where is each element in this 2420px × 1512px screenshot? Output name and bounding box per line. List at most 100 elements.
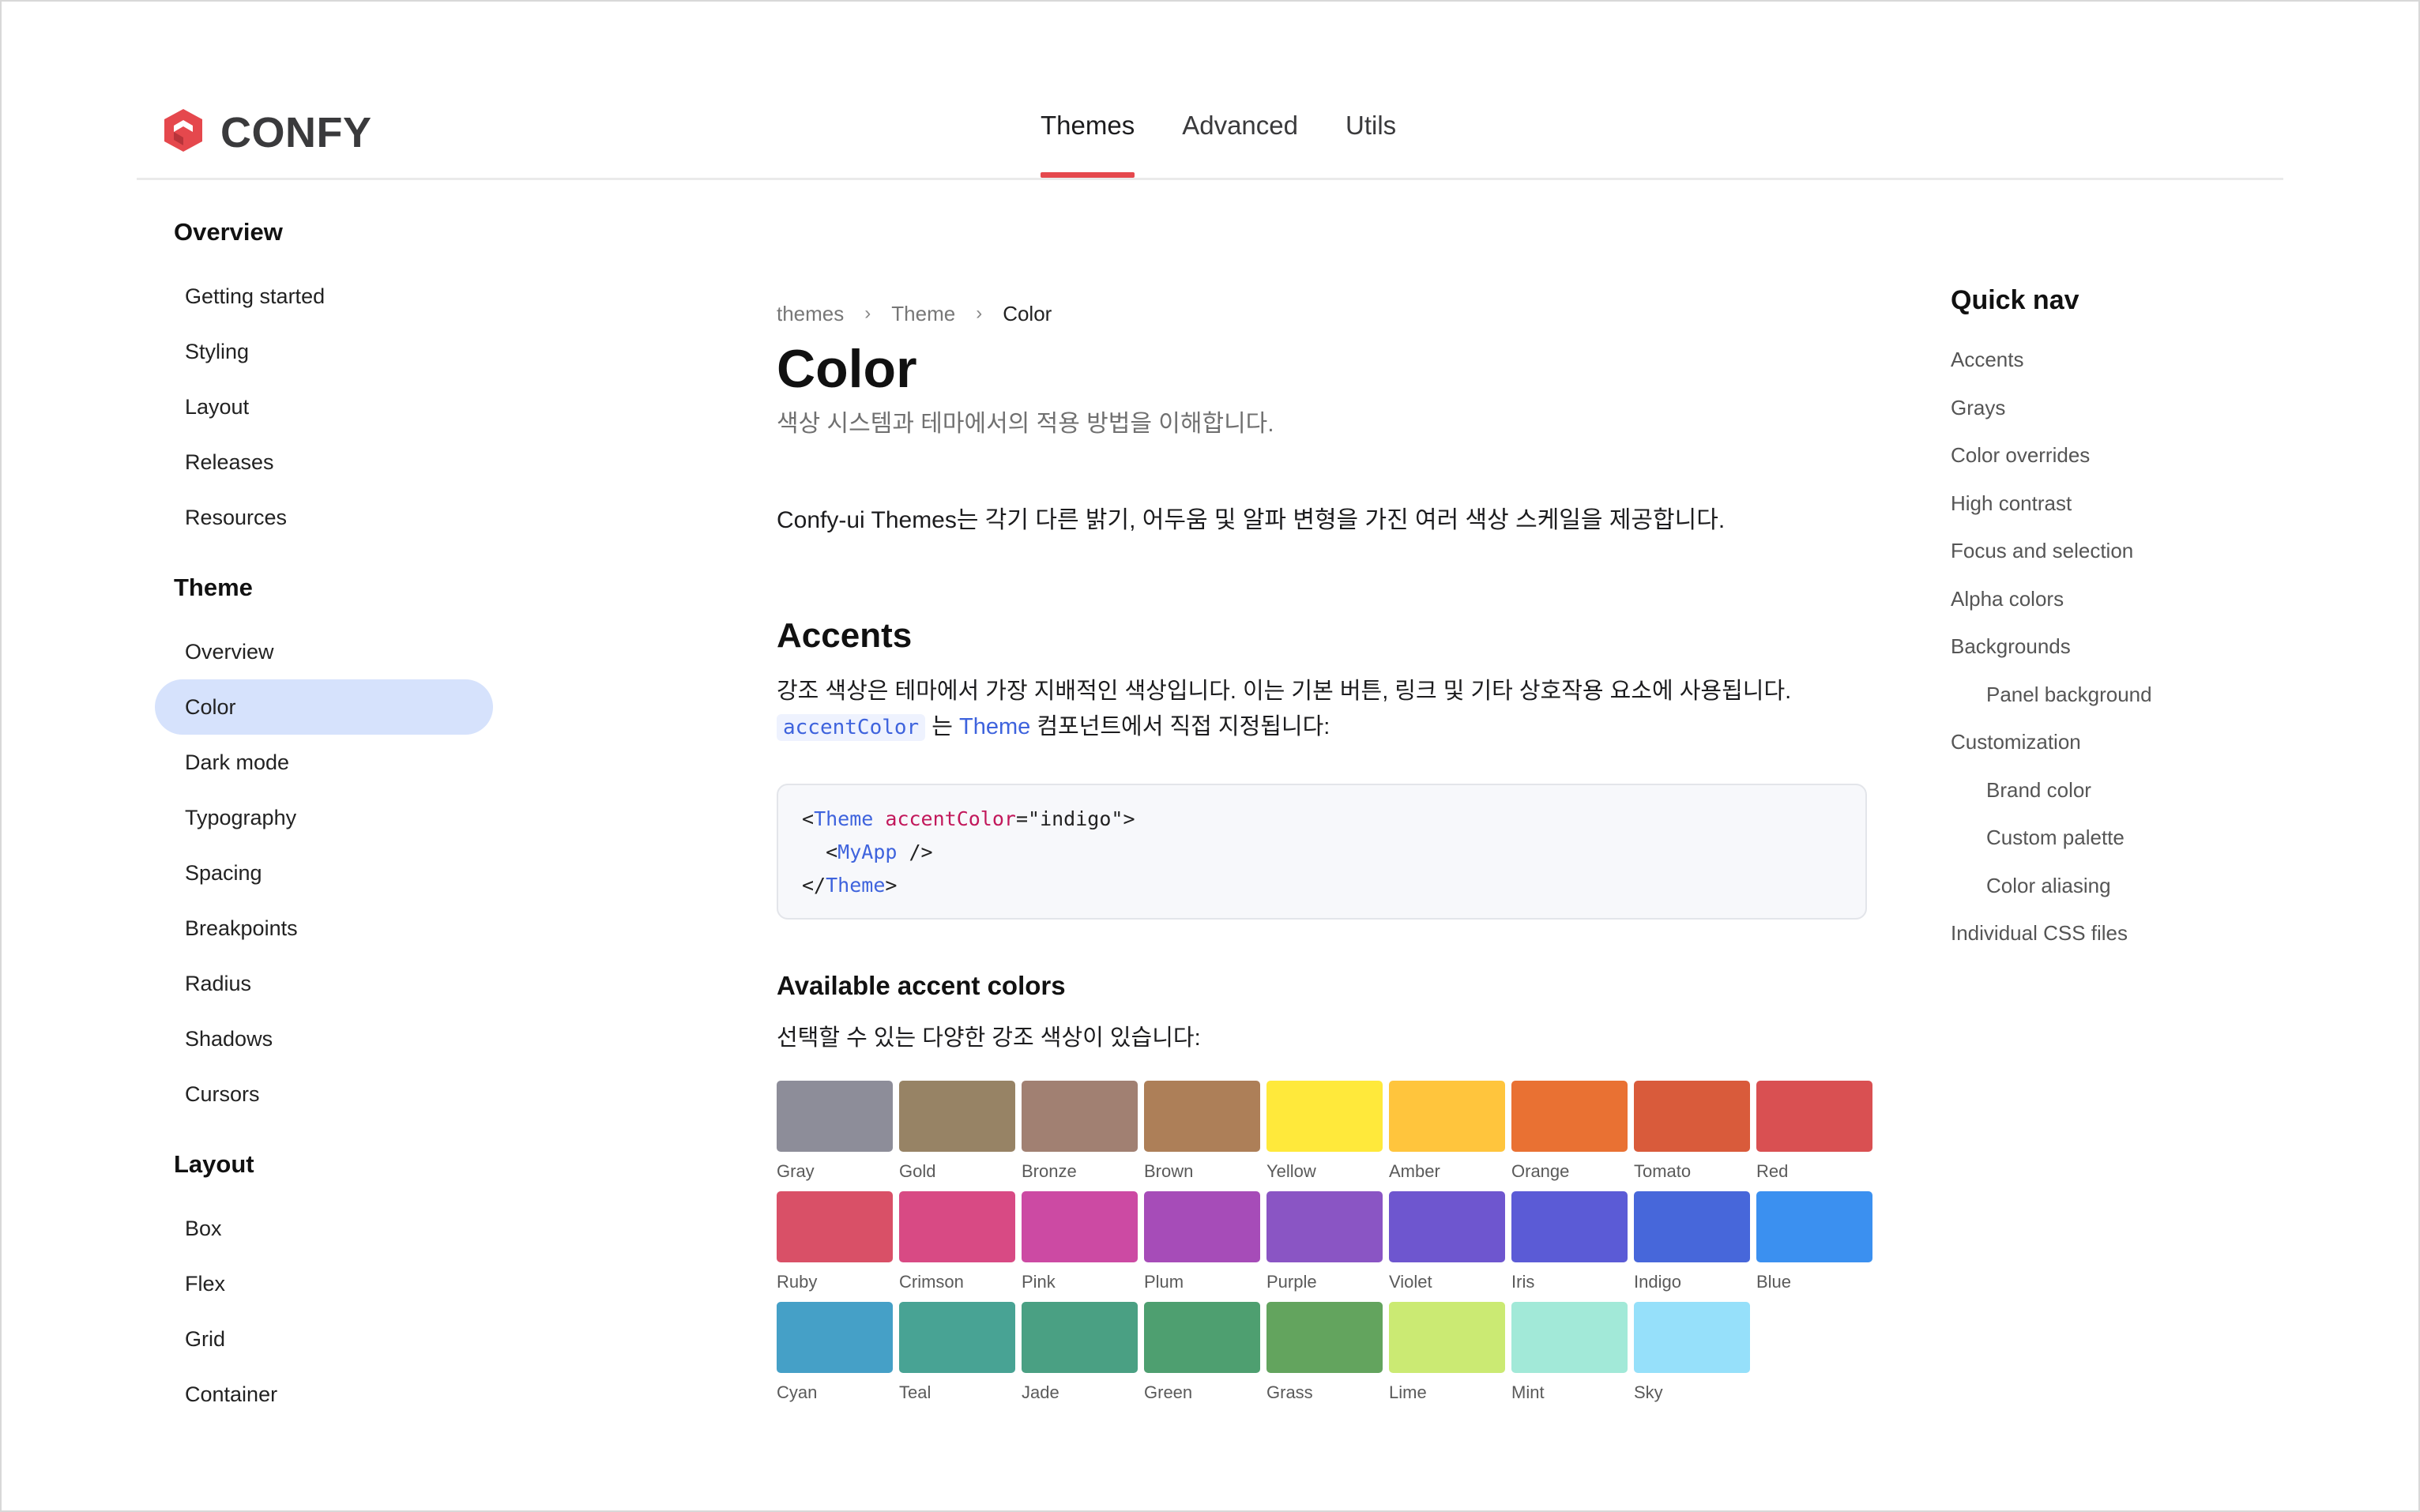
- breadcrumb: themes › Theme › Color: [777, 296, 1867, 331]
- sidebar-item-getting-started[interactable]: Getting started: [155, 269, 493, 324]
- sidebar-item-typography[interactable]: Typography: [155, 790, 493, 845]
- quick-nav-item-color-aliasing[interactable]: Color aliasing: [1951, 862, 2283, 910]
- tab-themes[interactable]: Themes: [1041, 111, 1135, 180]
- color-swatch-gold[interactable]: Gold: [899, 1081, 1015, 1183]
- color-swatch-red[interactable]: Red: [1756, 1081, 1872, 1183]
- sidebar-item-container[interactable]: Container: [155, 1367, 493, 1422]
- swatch-chip: [1144, 1302, 1260, 1373]
- swatch-chip: [777, 1081, 893, 1152]
- swatch-chip: [1022, 1081, 1138, 1152]
- color-swatch-brown[interactable]: Brown: [1144, 1081, 1260, 1183]
- swatch-label: Gray: [777, 1161, 815, 1181]
- sidebar-item-cursors[interactable]: Cursors: [155, 1066, 493, 1122]
- color-swatch-iris[interactable]: Iris: [1511, 1191, 1628, 1294]
- main-content: themes › Theme › Color Color 색상 시스템과 테마에…: [777, 296, 1872, 1405]
- color-swatch-cyan[interactable]: Cyan: [777, 1302, 893, 1405]
- sidebar-item-radius[interactable]: Radius: [155, 956, 493, 1011]
- code-line-3: </Theme>: [802, 874, 898, 897]
- chevron-right-icon: ›: [864, 303, 871, 324]
- code-line-2: <MyApp />: [826, 841, 933, 863]
- color-swatch-orange[interactable]: Orange: [1511, 1081, 1628, 1183]
- quick-nav-item-high-contrast[interactable]: High contrast: [1951, 480, 2283, 528]
- swatch-chip: [1144, 1081, 1260, 1152]
- inline-code-accentcolor: accentColor: [777, 714, 926, 741]
- breadcrumb-current: Color: [1003, 301, 1052, 325]
- swatch-label: Indigo: [1634, 1272, 1681, 1292]
- sidebar-item-box[interactable]: Box: [155, 1201, 493, 1256]
- swatch-chip: [1756, 1191, 1872, 1262]
- breadcrumb-theme[interactable]: Theme: [891, 302, 955, 326]
- sidebar-item-flex[interactable]: Flex: [155, 1256, 493, 1311]
- color-swatch-teal[interactable]: Teal: [899, 1302, 1015, 1405]
- sidebar-item-dark-mode[interactable]: Dark mode: [155, 735, 493, 790]
- swatch-chip: [1266, 1081, 1383, 1152]
- page-title: Color: [777, 339, 917, 399]
- color-swatch-gray[interactable]: Gray: [777, 1081, 893, 1183]
- color-swatch-tomato[interactable]: Tomato: [1634, 1081, 1750, 1183]
- sidebar-item-resources[interactable]: Resources: [155, 490, 493, 545]
- logo[interactable]: CONFY: [162, 107, 372, 157]
- swatch-label: Pink: [1022, 1272, 1056, 1292]
- code-block: <Theme accentColor="indigo"> <MyApp /> <…: [777, 784, 1867, 920]
- sidebar-item-spacing[interactable]: Spacing: [155, 845, 493, 901]
- quick-nav-item-backgrounds[interactable]: Backgrounds: [1951, 622, 2283, 671]
- color-swatch-crimson[interactable]: Crimson: [899, 1191, 1015, 1294]
- swatch-label: Red: [1756, 1161, 1789, 1181]
- tab-advanced[interactable]: Advanced: [1182, 111, 1298, 180]
- theme-link[interactable]: Theme: [959, 714, 1030, 739]
- quick-nav-item-individual-css-files[interactable]: Individual CSS files: [1951, 909, 2283, 957]
- color-swatch-pink[interactable]: Pink: [1022, 1191, 1138, 1294]
- page-subtitle: 색상 시스템과 테마에서의 적용 방법을 이해합니다.: [777, 411, 1274, 437]
- color-swatch-jade[interactable]: Jade: [1022, 1302, 1138, 1405]
- swatch-label: Crimson: [899, 1272, 964, 1292]
- quick-nav-item-accents[interactable]: Accents: [1951, 336, 2283, 384]
- swatch-label: Bronze: [1022, 1161, 1077, 1181]
- color-swatch-mint[interactable]: Mint: [1511, 1302, 1628, 1405]
- quick-nav-item-panel-background[interactable]: Panel background: [1951, 671, 2283, 719]
- available-accents-heading: Available accent colors: [777, 971, 1066, 1000]
- swatch-label: Plum: [1144, 1272, 1184, 1292]
- color-swatch-grass[interactable]: Grass: [1266, 1302, 1383, 1405]
- swatch-chip: [1266, 1191, 1383, 1262]
- color-swatch-green[interactable]: Green: [1144, 1302, 1260, 1405]
- sidebar-item-color[interactable]: Color: [155, 679, 493, 735]
- color-swatch-blue[interactable]: Blue: [1756, 1191, 1872, 1294]
- quick-nav-item-brand-color[interactable]: Brand color: [1951, 766, 2283, 814]
- quick-nav-item-customization[interactable]: Customization: [1951, 718, 2283, 766]
- sidebar-group-overview: Overview: [174, 218, 283, 246]
- breadcrumb-themes[interactable]: themes: [777, 302, 844, 326]
- color-swatch-amber[interactable]: Amber: [1389, 1081, 1505, 1183]
- swatch-chip: [1634, 1302, 1750, 1373]
- swatch-chip: [777, 1302, 893, 1373]
- swatch-chip: [1634, 1191, 1750, 1262]
- quick-nav-item-focus-and-selection[interactable]: Focus and selection: [1951, 527, 2283, 575]
- swatch-label: Grass: [1266, 1382, 1313, 1402]
- quick-nav-item-grays[interactable]: Grays: [1951, 384, 2283, 432]
- header-divider: [137, 178, 2283, 180]
- quick-nav-item-custom-palette[interactable]: Custom palette: [1951, 814, 2283, 862]
- sidebar-item-layout[interactable]: Layout: [155, 379, 493, 434]
- color-swatch-yellow[interactable]: Yellow: [1266, 1081, 1383, 1183]
- quick-nav-item-alpha-colors[interactable]: Alpha colors: [1951, 575, 2283, 623]
- sidebar-item-shadows[interactable]: Shadows: [155, 1011, 493, 1066]
- color-swatch-bronze[interactable]: Bronze: [1022, 1081, 1138, 1183]
- swatch-label: Mint: [1511, 1382, 1545, 1402]
- color-swatch-sky[interactable]: Sky: [1634, 1302, 1750, 1405]
- color-swatch-ruby[interactable]: Ruby: [777, 1191, 893, 1294]
- accents-heading: Accents: [777, 616, 913, 655]
- sidebar-item-styling[interactable]: Styling: [155, 324, 493, 379]
- sidebar-item-releases[interactable]: Releases: [155, 434, 493, 490]
- sidebar-item-grid[interactable]: Grid: [155, 1311, 493, 1367]
- color-swatch-lime[interactable]: Lime: [1389, 1302, 1505, 1405]
- swatch-grid: Gray Gold Bronze Brown Yellow Amber Orange Toma…: [777, 1081, 1872, 1405]
- color-swatch-violet[interactable]: Violet: [1389, 1191, 1505, 1294]
- color-swatch-purple[interactable]: Purple: [1266, 1191, 1383, 1294]
- sidebar-item-breakpoints[interactable]: Breakpoints: [155, 901, 493, 956]
- color-swatch-indigo[interactable]: Indigo: [1634, 1191, 1750, 1294]
- color-swatch-plum[interactable]: Plum: [1144, 1191, 1260, 1294]
- sidebar-item-theme-overview[interactable]: Overview: [155, 624, 493, 679]
- tab-utils[interactable]: Utils: [1345, 111, 1396, 180]
- quick-nav-item-color-overrides[interactable]: Color overrides: [1951, 431, 2283, 480]
- swatch-chip: [1511, 1081, 1628, 1152]
- swatch-chip: [899, 1302, 1015, 1373]
